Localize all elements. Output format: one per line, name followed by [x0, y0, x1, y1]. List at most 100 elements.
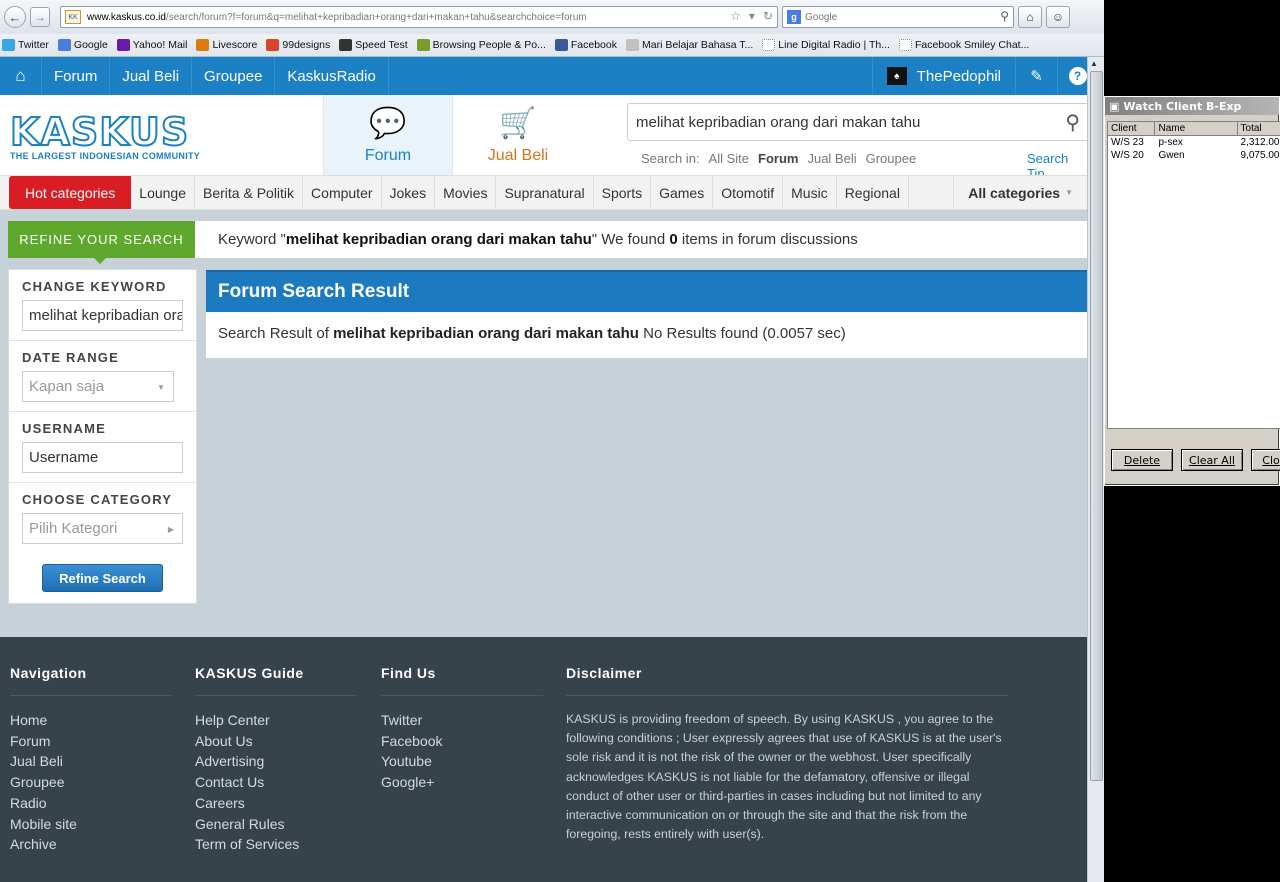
footer-link[interactable]: Archive: [10, 834, 172, 855]
scrollbar-thumb[interactable]: [1090, 71, 1103, 781]
results-message: Search Result of melihat kepribadian ora…: [218, 325, 846, 342]
footer-link[interactable]: Home: [10, 710, 172, 731]
bookmark-item[interactable]: Livescore: [196, 39, 257, 51]
bookmark-item[interactable]: Browsing People & Po...: [416, 39, 546, 51]
bookmark-item[interactable]: Facebook Smiley Chat...: [898, 39, 1029, 51]
footer-link[interactable]: Mobile site: [10, 814, 172, 835]
footer-link[interactable]: Twitter: [381, 710, 543, 731]
clear-all-button[interactable]: Clear All: [1181, 449, 1243, 471]
chevron-down-icon: ▼: [157, 383, 165, 392]
bookmark-star-icon[interactable]: ☆: [730, 9, 741, 23]
username-input[interactable]: Username: [22, 442, 183, 473]
bookmark-item[interactable]: Mari Belajar Bahasa T...: [626, 39, 753, 51]
yahoo-icon: [116, 39, 130, 51]
facebook-icon: [554, 39, 568, 51]
site-header: KASKUS THE LARGEST INDONESIAN COMMUNITY …: [0, 95, 1089, 181]
footer-navigation: Navigation Home Forum Jual Beli Groupee Radi…: [10, 665, 172, 855]
category-games[interactable]: Games: [651, 176, 714, 209]
footer-link[interactable]: Jual Beli: [10, 751, 172, 772]
col-name[interactable]: Name: [1155, 122, 1238, 136]
footer-link[interactable]: Advertising: [195, 751, 357, 772]
home-icon: ⌂: [1026, 10, 1034, 24]
help-button[interactable]: ?: [1057, 57, 1087, 95]
delete-button[interactable]: Delete: [1111, 449, 1173, 471]
footer-link[interactable]: Facebook: [381, 731, 543, 752]
bookmark-item[interactable]: 99designs: [266, 39, 330, 51]
all-categories-dropdown[interactable]: All categories ▼: [953, 176, 1087, 209]
scope-jual-beli[interactable]: Jual Beli: [807, 151, 856, 166]
category-supranatural[interactable]: Supranatural: [496, 176, 594, 209]
dropdown-icon[interactable]: ▾: [749, 9, 755, 23]
back-button[interactable]: ←: [4, 6, 26, 28]
keyword-input[interactable]: melihat kepribadian orang dari makan tah…: [22, 300, 183, 331]
category-sports[interactable]: Sports: [594, 176, 652, 209]
topnav-forum[interactable]: Forum: [42, 57, 111, 95]
category-computer[interactable]: Computer: [303, 176, 382, 209]
category-otomotif[interactable]: Otomotif: [713, 176, 784, 209]
footer-link[interactable]: Radio: [10, 793, 172, 814]
watch-row[interactable]: W/S 23 p-sex 2,312.00: [1108, 136, 1280, 149]
search-icon[interactable]: ⚲: [1065, 110, 1080, 135]
footer-link[interactable]: Term of Services: [195, 834, 357, 855]
close-button[interactable]: Clo: [1251, 449, 1280, 471]
bookmark-item[interactable]: Speed Test: [339, 39, 408, 51]
col-client[interactable]: Client: [1108, 122, 1156, 136]
write-button[interactable]: ✎: [1015, 57, 1057, 95]
scope-groupee[interactable]: Groupee: [866, 151, 917, 166]
tab-forum[interactable]: 💬 Forum: [323, 95, 453, 175]
home-button[interactable]: ⌂: [1018, 6, 1042, 28]
category-berita-politik[interactable]: Berita & Politik: [195, 176, 304, 209]
bookmark-item[interactable]: Google: [57, 39, 108, 51]
hot-categories-button[interactable]: Hot categories: [9, 176, 132, 209]
bookmark-item[interactable]: Line Digital Radio | Th...: [762, 39, 890, 51]
col-total[interactable]: Total: [1237, 122, 1280, 136]
web-search-box[interactable]: g Google ⚲: [782, 6, 1014, 28]
search-icon[interactable]: ⚲: [1000, 9, 1009, 23]
all-categories-label: All categories: [968, 184, 1061, 201]
tab-jualbeli[interactable]: 🛒 Jual Beli: [453, 95, 583, 175]
footer-link[interactable]: Google+: [381, 772, 543, 793]
vertical-scrollbar[interactable]: ▲: [1087, 57, 1104, 882]
kaskus-logo[interactable]: KASKUS THE LARGEST INDONESIAN COMMUNITY: [9, 112, 220, 161]
site-search-input[interactable]: melihat kepribadian orang dari makan tah…: [627, 103, 1089, 141]
footer-link[interactable]: Forum: [10, 731, 172, 752]
category-jokes[interactable]: Jokes: [382, 176, 436, 209]
footer-link[interactable]: Careers: [195, 793, 357, 814]
watch-window-title[interactable]: ▣ Watch Client B-Exp: [1105, 97, 1279, 115]
category-select[interactable]: Pilih Kategori ▶: [22, 513, 183, 544]
scope-forum[interactable]: Forum: [758, 151, 798, 166]
bookmark-item[interactable]: Facebook: [554, 39, 617, 51]
topnav-groupee[interactable]: Groupee: [192, 57, 276, 95]
forward-button[interactable]: →: [30, 7, 50, 27]
footer-link[interactable]: Groupee: [10, 772, 172, 793]
footer-link[interactable]: General Rules: [195, 814, 357, 835]
topnav-kaskusradio[interactable]: KaskusRadio: [275, 57, 389, 95]
watch-row[interactable]: W/S 20 Gwen 9,075.00: [1108, 149, 1280, 162]
category-movies[interactable]: Movies: [435, 176, 497, 209]
footer-link[interactable]: About Us: [195, 731, 357, 752]
addon-button[interactable]: ☺: [1046, 6, 1070, 28]
date-range-select[interactable]: Kapan saja ▼: [22, 371, 174, 402]
results-query: melihat kepribadian orang dari makan tah…: [333, 325, 639, 342]
tab-forum-label: Forum: [364, 147, 412, 164]
user-menu[interactable]: ♠ ThePedophil: [871, 57, 1015, 95]
footer-link[interactable]: Youtube: [381, 751, 543, 772]
scope-all-site[interactable]: All Site: [709, 151, 749, 166]
bookmark-item[interactable]: Twitter: [2, 39, 49, 51]
topnav-jualbeli[interactable]: Jual Beli: [110, 57, 193, 95]
window-icon: ▣: [1109, 99, 1120, 113]
refine-search-button[interactable]: Refine Search: [42, 564, 163, 592]
help-icon: ?: [1068, 67, 1087, 85]
home-nav-button[interactable]: ⌂: [0, 57, 42, 95]
category-music[interactable]: Music: [783, 176, 837, 209]
category-lounge[interactable]: Lounge: [131, 176, 195, 209]
shopping-cart-icon: 🛒: [499, 107, 537, 140]
bookmark-item[interactable]: Yahoo! Mail: [116, 39, 187, 51]
watch-list[interactable]: Client Name Total W/S 23 p-sex 2,312.00 W/S…: [1107, 121, 1280, 429]
footer-link[interactable]: Help Center: [195, 710, 357, 731]
scroll-up-icon[interactable]: ▲: [1090, 59, 1098, 68]
category-regional[interactable]: Regional: [837, 176, 909, 209]
address-bar[interactable]: KK www.kaskus.co.id/search/forum?f=forum…: [60, 6, 778, 28]
footer-link[interactable]: Contact Us: [195, 772, 357, 793]
reload-icon[interactable]: ↻: [763, 9, 773, 23]
